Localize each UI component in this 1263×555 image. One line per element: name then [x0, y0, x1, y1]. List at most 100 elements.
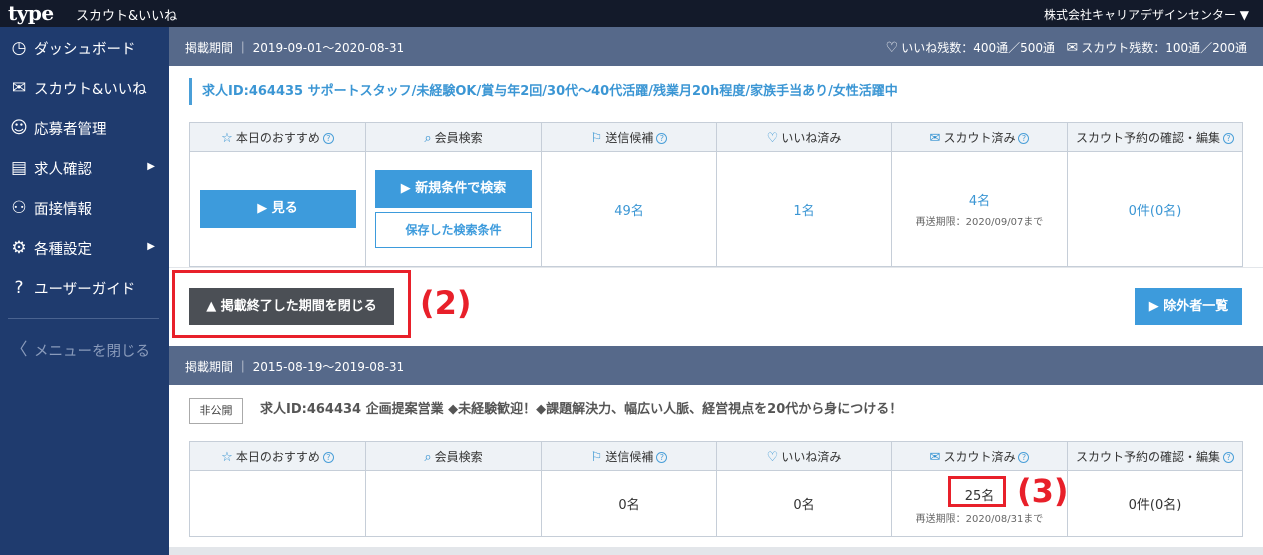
- saved-search-button[interactable]: 保存した検索条件: [375, 212, 532, 248]
- sidebar-item-label: 各種設定: [34, 242, 92, 258]
- remaining-counts: ♡ いいね残数：400通／500通 ✉ スカウト残数：100通／200通: [886, 39, 1247, 56]
- annotation-box-2: [172, 270, 411, 338]
- bookmark-icon: ⚐: [590, 130, 603, 146]
- mail-icon: ✉: [1066, 40, 1079, 56]
- period-label: 掲載期間 ｜ 2019-09-01〜2020-08-31: [185, 41, 405, 55]
- job-stats-table: ☆ 本日のおすすめ? ⌕ 会員検索 ⚐ 送信候補? ♡ いいね済み ✉ スカウト済み? スカウト予約…: [189, 122, 1243, 267]
- chevron-left-icon: 〈: [10, 340, 28, 360]
- annotation-label-2: (2): [420, 284, 472, 322]
- column-header-label: 本日のおすすめ: [235, 130, 320, 145]
- help-icon[interactable]: ?: [322, 451, 334, 463]
- help-icon[interactable]: ?: [1018, 132, 1030, 144]
- sidebar-item-5[interactable]: ⚇ 面接情報: [0, 189, 169, 225]
- column-header-label: スカウト予約の確認・編集: [1075, 130, 1220, 145]
- scouted-count[interactable]: 4名: [892, 190, 1067, 209]
- help-icon[interactable]: ?: [322, 132, 334, 144]
- job-title: 求人ID:464434 企画提案営業 ◆未経験歓迎！◆課題解決力、幅広い人脈、経…: [260, 402, 903, 417]
- mail-icon: ✉: [929, 130, 941, 146]
- view-button[interactable]: ▶ 見る: [199, 190, 356, 228]
- mail-icon: ✉: [929, 449, 941, 465]
- sidebar-item-4[interactable]: ▤ 求人確認 ▶: [0, 149, 169, 185]
- help-icon[interactable]: ?: [1018, 451, 1030, 463]
- sidebar-item-label: 面接情報: [34, 202, 92, 218]
- sidebar-item-3[interactable]: ☺ 応募者管理: [0, 109, 169, 145]
- recommend-cell: ▶ 見る: [189, 151, 366, 267]
- people-icon: ⚇: [11, 198, 27, 218]
- type-logo[interactable]: type: [8, 1, 54, 25]
- period-label: 掲載期間 ｜ 2015-08-19〜2019-08-31: [185, 360, 405, 374]
- column-header: ⌕ 会員検索: [365, 441, 542, 471]
- job-listing-icon: ▤: [10, 158, 28, 178]
- bottom-edge: [169, 547, 1263, 555]
- table-row: ▶ 見る ▶ 新規条件で検索 保存した検索条件 49名 1名 4名 再送期限：2…: [189, 151, 1243, 267]
- help-icon[interactable]: ?: [1223, 451, 1234, 463]
- resend-deadline: 再送期限：2020/09/07まで: [915, 217, 1044, 228]
- company-menu[interactable]: 株式会社キャリアデザインセンター ▼: [1044, 6, 1249, 23]
- sidebar-divider: [8, 318, 159, 319]
- column-header: スカウト予約の確認・編集?: [1067, 122, 1243, 152]
- column-header-label: 本日のおすすめ: [235, 449, 320, 464]
- scout-remaining: スカウト残数：100通／200通: [1081, 41, 1247, 55]
- job-stats-table: ☆ 本日のおすすめ? ⌕ 会員検索 ⚐ 送信候補? ♡ いいね済み ✉ スカウト済み? スカウト予約…: [189, 441, 1243, 537]
- service-name: スカウト&いいね: [76, 9, 178, 24]
- expand-arrow-icon: ▶: [147, 161, 155, 172]
- column-header-label: 送信候補: [605, 130, 654, 145]
- person-icon: ☺: [10, 118, 28, 138]
- sidebar-item-7[interactable]: ? ユーザーガイド: [0, 269, 169, 305]
- new-search-button[interactable]: ▶ 新規条件で検索: [375, 170, 532, 208]
- column-header: ⌕ 会員検索: [365, 122, 542, 152]
- column-header: スカウト予約の確認・編集?: [1067, 441, 1243, 471]
- annotation-box-3: [948, 476, 1006, 507]
- scouted-cell: 4名 再送期限：2020/09/07まで: [891, 151, 1068, 267]
- sidebar-item-6[interactable]: ⚙ 各種設定 ▶: [0, 229, 169, 265]
- mail-icon: ✉: [11, 78, 27, 98]
- member-search-cell: [365, 470, 542, 537]
- sidebar-item-label: 求人確認: [34, 162, 92, 178]
- liked-count[interactable]: 1名: [716, 151, 892, 267]
- column-header-label: いいね済み: [781, 449, 842, 464]
- help-icon: ?: [14, 278, 24, 298]
- liked-count: 0名: [716, 470, 892, 537]
- close-menu-button[interactable]: 〈 メニューを閉じる: [0, 331, 169, 367]
- column-header-label: 会員検索: [434, 449, 483, 464]
- send-candidates-count: 0名: [541, 470, 717, 537]
- excluded-list-button[interactable]: ▶ 除外者一覧: [1135, 288, 1242, 325]
- status-badge: 非公開: [189, 398, 243, 424]
- star-icon: ☆: [221, 449, 233, 465]
- column-header: ⚐ 送信候補?: [541, 441, 717, 471]
- heart-icon: ♡: [885, 40, 899, 56]
- member-search-cell: ▶ 新規条件で検索 保存した検索条件: [365, 151, 542, 267]
- like-remaining: いいね残数：400通／500通: [901, 41, 1055, 55]
- heart-icon: ♡: [766, 449, 779, 465]
- column-header: ☆ 本日のおすすめ?: [189, 122, 366, 152]
- help-icon[interactable]: ?: [656, 132, 668, 144]
- search-icon: ⌕: [424, 130, 432, 146]
- recommend-cell: [189, 470, 366, 537]
- sidebar-item-1[interactable]: ◷ ダッシュボード: [0, 29, 169, 65]
- sidebar-item-label: スカウト&いいね: [34, 82, 147, 98]
- send-candidates-count[interactable]: 49名: [541, 151, 717, 267]
- help-icon[interactable]: ?: [1223, 132, 1234, 144]
- section-divider: [169, 267, 1263, 268]
- star-icon: ☆: [221, 130, 233, 146]
- period-bar-ended: 掲載期間 ｜ 2015-08-19〜2019-08-31: [169, 346, 1263, 385]
- table-header-row: ☆ 本日のおすすめ? ⌕ 会員検索 ⚐ 送信候補? ♡ いいね済み ✉ スカウト済み? スカウト予約…: [189, 122, 1243, 152]
- annotation-label-3: (3): [1017, 472, 1069, 510]
- table-row: 0名 0名 25名 再送期限：2020/08/31まで 0件(0名): [189, 470, 1243, 537]
- sidebar: ◷ ダッシュボード ✉ スカウト&いいね ☺ 応募者管理 ▤ 求人確認 ▶ ⚇ 面接情報 ⚙ 各種設定 ▶…: [0, 27, 169, 555]
- search-icon: ⌕: [424, 449, 432, 465]
- reservations-count: 0件(0名): [1067, 470, 1243, 537]
- table-header-row: ☆ 本日のおすすめ? ⌕ 会員検索 ⚐ 送信候補? ♡ いいね済み ✉ スカウト済み? スカウト予約…: [189, 441, 1243, 471]
- bookmark-icon: ⚐: [590, 449, 603, 465]
- sidebar-item-2[interactable]: ✉ スカウト&いいね: [0, 69, 169, 105]
- column-header: ✉ スカウト済み?: [891, 441, 1068, 471]
- period-bar-current: 掲載期間 ｜ 2019-09-01〜2020-08-31 ♡ いいね残数：400通…: [169, 27, 1263, 66]
- job-title-link[interactable]: 求人ID:464435 サポートスタッフ/未経験OK/賞与年2回/30代〜40代…: [189, 78, 898, 105]
- column-header: ☆ 本日のおすすめ?: [189, 441, 366, 471]
- column-header-label: スカウト予約の確認・編集: [1075, 449, 1220, 464]
- heart-icon: ♡: [766, 130, 779, 146]
- reservations-count[interactable]: 0件(0名): [1067, 151, 1243, 267]
- column-header-label: いいね済み: [781, 130, 842, 145]
- column-header-label: 会員検索: [434, 130, 483, 145]
- help-icon[interactable]: ?: [656, 451, 668, 463]
